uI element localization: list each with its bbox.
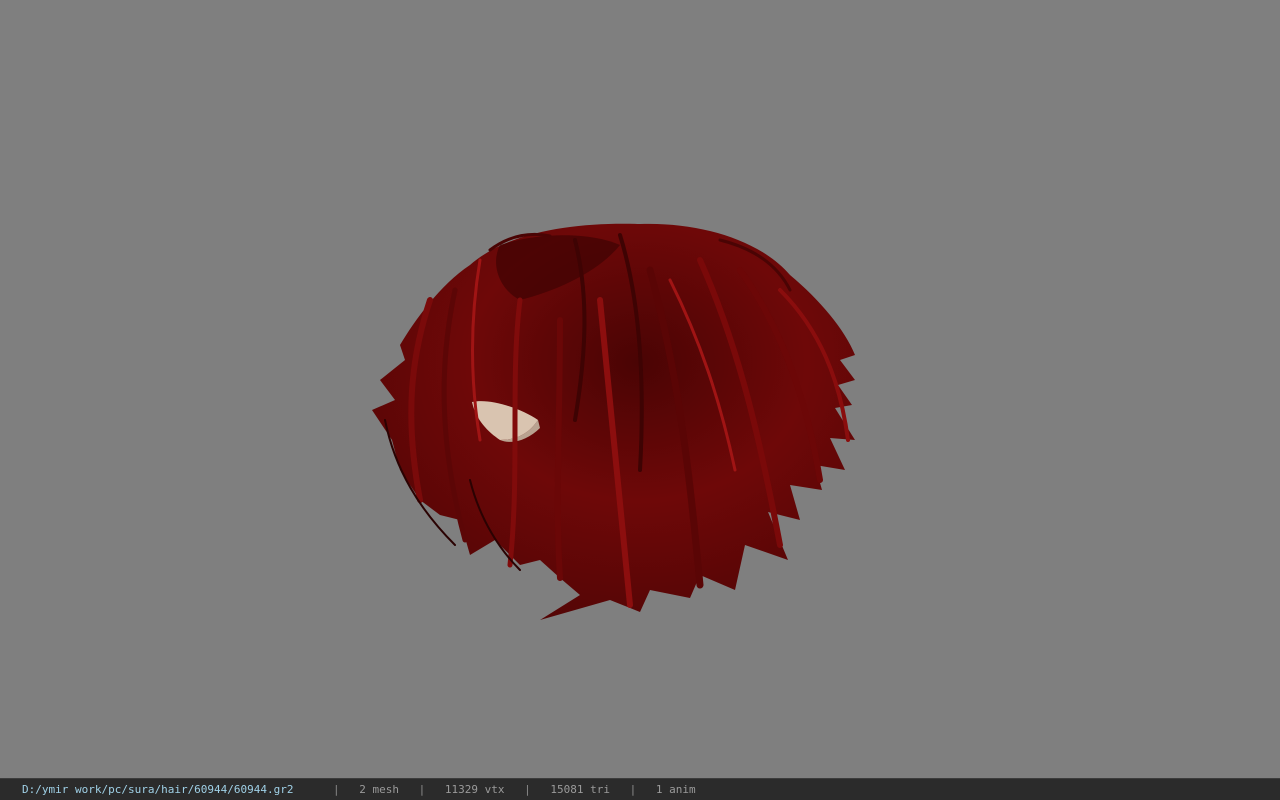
mesh-count: 2 mesh — [359, 783, 399, 796]
separator: | — [524, 783, 531, 796]
file-path: D:/ymir work/pc/sura/hair/60944/60944.gr… — [22, 783, 294, 796]
status-bar: D:/ymir work/pc/sura/hair/60944/60944.gr… — [0, 778, 1280, 800]
vertex-count: 11329 vtx — [444, 783, 505, 796]
separator: | — [418, 783, 426, 796]
anim-count: 1 anim — [655, 783, 696, 796]
triangle-count: 15081 tri — [550, 783, 610, 796]
3d-viewport[interactable] — [0, 0, 1280, 778]
separator: | — [629, 783, 637, 796]
model-stats: | 2 mesh | 11329 vtx | 15081 tri | 1 ani… — [333, 779, 709, 800]
separator: | — [333, 783, 340, 796]
hair-model-render[interactable] — [0, 0, 1280, 778]
